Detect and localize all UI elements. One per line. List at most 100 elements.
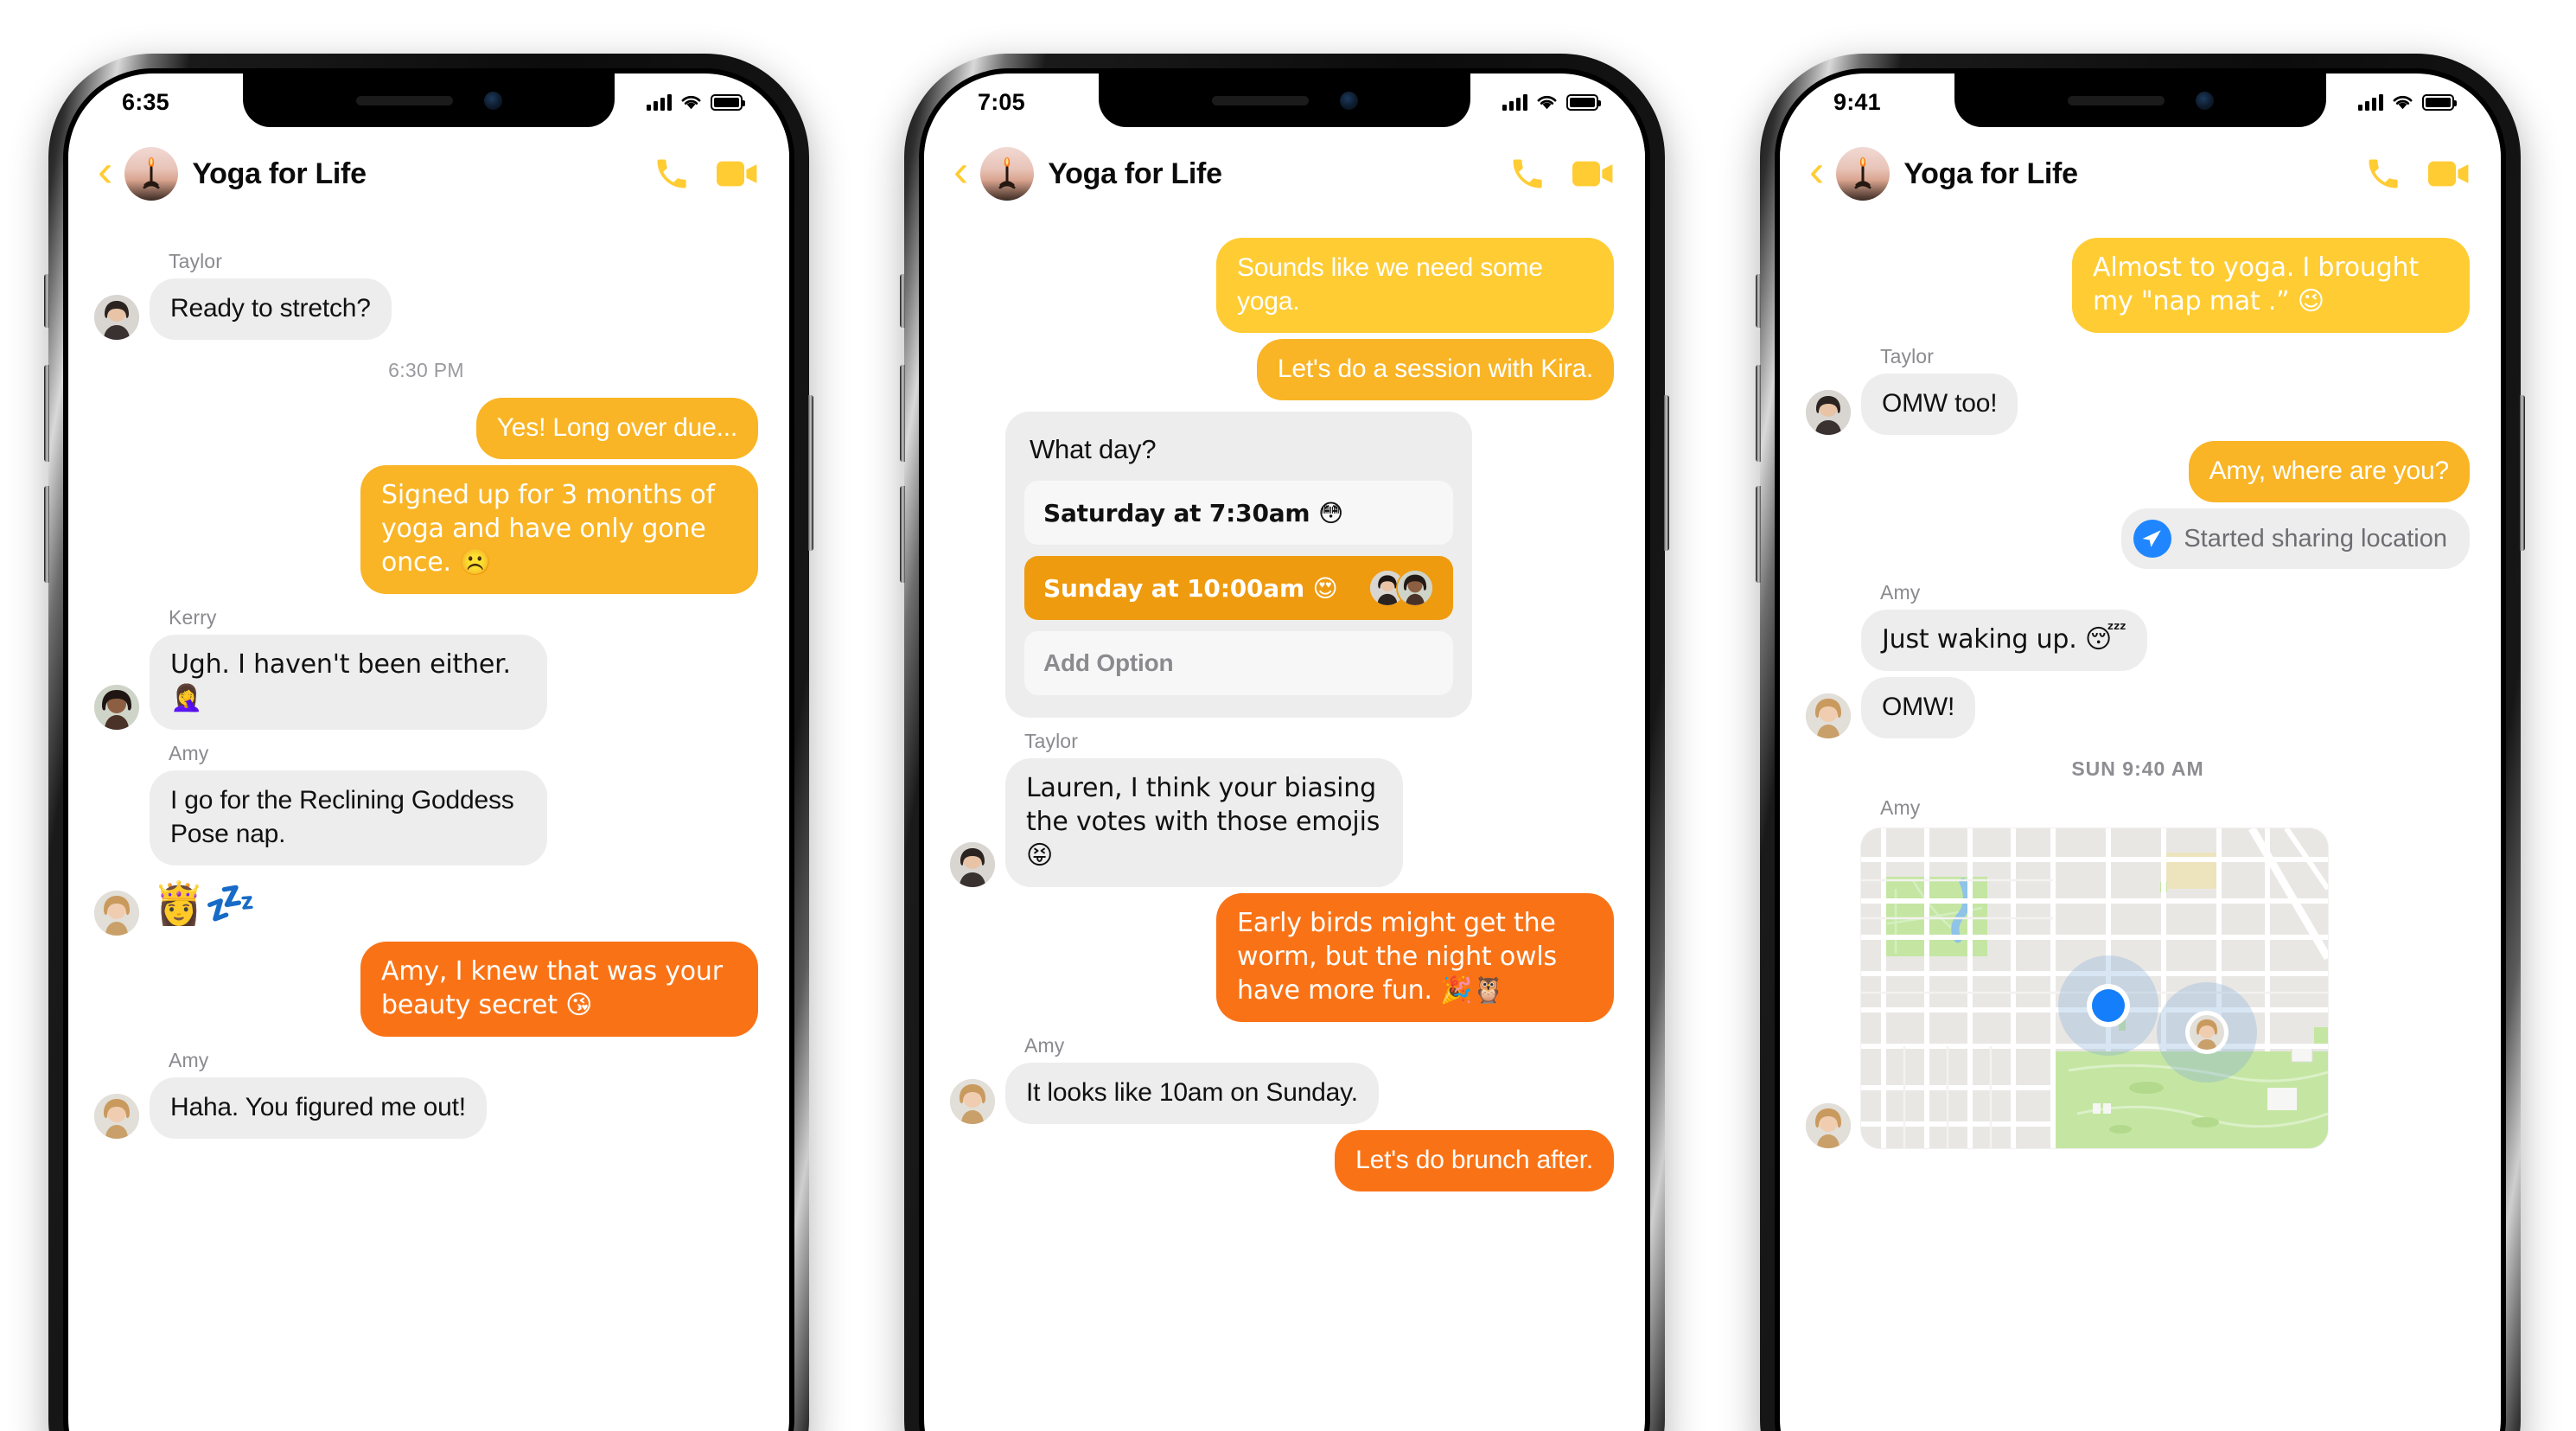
shared-location-map[interactable] bbox=[1861, 828, 2328, 1148]
message-row: Ugh. I haven't been either. 🤦‍♀️ bbox=[94, 635, 758, 730]
poll-option-saturday[interactable]: Saturday at 7:30am 😳 bbox=[1024, 481, 1453, 545]
message-sender-label: Taylor bbox=[169, 250, 222, 272]
status-bar-indicators bbox=[1502, 93, 1601, 111]
yoga-group-avatar[interactable] bbox=[980, 147, 1035, 201]
message-sender-label: Amy bbox=[169, 1049, 209, 1072]
message-bubble[interactable]: Yes! Long over due... bbox=[475, 398, 758, 459]
message-bubble[interactable]: OMW too! bbox=[1861, 374, 2018, 435]
signal-bars-icon bbox=[647, 93, 672, 111]
phone-3-screen: 9:41 ‹ Yoga for Life Almost to yoga. I b… bbox=[1780, 73, 2501, 1431]
mute-switch[interactable] bbox=[1756, 274, 1761, 328]
avatar bbox=[950, 1079, 995, 1124]
status-bar-indicators bbox=[2358, 93, 2457, 111]
phone-icon[interactable] bbox=[1508, 155, 1546, 193]
conversation-header: ‹ Yoga for Life bbox=[68, 127, 789, 220]
power-button[interactable] bbox=[2520, 395, 2525, 551]
yoga-group-avatar[interactable] bbox=[1836, 147, 1891, 201]
mute-switch[interactable] bbox=[44, 274, 49, 328]
header-actions bbox=[2364, 155, 2470, 193]
message-bubble[interactable]: Amy, I knew that was your beauty secret … bbox=[360, 942, 758, 1038]
location-share-label: Started sharing location bbox=[2184, 524, 2447, 553]
message-sender-label: Amy bbox=[1880, 796, 1921, 819]
message-sender-label: Amy bbox=[169, 742, 209, 764]
message-thread-2[interactable]: Sounds like we need some yoga. Let's do … bbox=[924, 220, 1645, 1431]
message-thread-3[interactable]: Almost to yoga. I brought my "nap mat .”… bbox=[1780, 220, 2501, 1431]
add-option-button[interactable]: Add Option bbox=[1024, 631, 1453, 695]
location-share-bubble[interactable]: Started sharing location bbox=[2121, 508, 2470, 569]
message-bubble[interactable]: Ugh. I haven't been either. 🤦‍♀️ bbox=[150, 635, 547, 730]
avatar bbox=[94, 295, 139, 340]
message-row: Let's do a session with Kira. bbox=[950, 339, 1614, 400]
volume-down-button[interactable] bbox=[1756, 486, 1761, 583]
phone-1-device: 6:35 ‹ Yoga for Life Taylor Ready to str… bbox=[44, 54, 813, 1431]
message-bubble[interactable]: Let's do brunch after. bbox=[1335, 1130, 1614, 1191]
avatar bbox=[1806, 390, 1851, 435]
yoga-group-avatar[interactable] bbox=[124, 147, 179, 201]
video-camera-icon[interactable] bbox=[2428, 159, 2470, 188]
status-bar-time: 6:35 bbox=[122, 88, 169, 115]
wifi-icon bbox=[681, 95, 701, 110]
volume-down-button[interactable] bbox=[44, 486, 49, 583]
volume-up-button[interactable] bbox=[1756, 365, 1761, 462]
timestamp: SUN 9:40 AM bbox=[2071, 757, 2204, 780]
map-canvas bbox=[1861, 828, 2328, 1148]
avatar bbox=[94, 1094, 139, 1140]
status-bar-indicators bbox=[647, 93, 745, 111]
message-bubble[interactable]: Just waking up. 😴 bbox=[1861, 610, 2147, 671]
message-bubble[interactable]: I go for the Reclining Goddess Pose nap. bbox=[150, 770, 547, 866]
poll-card[interactable]: What day? Saturday at 7:30am 😳 Sunday at… bbox=[1005, 412, 1472, 718]
yoga-figure-icon bbox=[998, 157, 1016, 189]
message-thread-1[interactable]: Taylor Ready to stretch? 6:30 PM Yes! Lo… bbox=[68, 220, 789, 1431]
add-option-label: Add Option bbox=[1043, 649, 1174, 676]
message-row: Yes! Long over due... bbox=[94, 398, 758, 459]
message-bubble[interactable]: Ready to stretch? bbox=[150, 278, 392, 340]
battery-full-icon bbox=[2422, 93, 2457, 111]
message-bubble[interactable]: Early birds might get the worm, but the … bbox=[1216, 893, 1614, 1022]
location-share-row: Started sharing location bbox=[1806, 508, 2470, 569]
chevron-left-icon[interactable]: ‹ bbox=[947, 149, 980, 199]
phone-icon[interactable] bbox=[653, 155, 691, 193]
chevron-left-icon[interactable]: ‹ bbox=[91, 149, 124, 199]
message-bubble[interactable]: It looks like 10am on Sunday. bbox=[1005, 1063, 1379, 1124]
chevron-left-icon[interactable]: ‹ bbox=[1802, 149, 1836, 199]
location-arrow-icon bbox=[2133, 520, 2172, 558]
page-title: Yoga for Life bbox=[1048, 157, 1222, 190]
avatar bbox=[950, 842, 995, 887]
power-button[interactable] bbox=[1664, 395, 1669, 551]
avatar-taylor bbox=[94, 295, 139, 340]
phone-icon[interactable] bbox=[2364, 155, 2402, 193]
volume-up-button[interactable] bbox=[44, 365, 49, 462]
message-bubble[interactable]: Amy, where are you? bbox=[2188, 441, 2470, 502]
front-camera-icon bbox=[1339, 91, 1358, 110]
power-button[interactable] bbox=[808, 395, 813, 551]
message-bubble[interactable]: Haha. You figured me out! bbox=[150, 1077, 487, 1140]
page-title: Yoga for Life bbox=[192, 157, 367, 190]
earpiece-speaker-icon bbox=[355, 95, 453, 105]
message-bubble[interactable]: Signed up for 3 months of yoga and have … bbox=[360, 465, 758, 594]
volume-down-button[interactable] bbox=[900, 486, 905, 583]
message-row: OMW! bbox=[1806, 677, 2470, 738]
message-row: Just waking up. 😴 bbox=[1806, 610, 2470, 671]
message-row: 👸💤 bbox=[94, 872, 758, 936]
message-bubble[interactable]: Let's do a session with Kira. bbox=[1256, 339, 1614, 400]
message-emoji[interactable]: 👸💤 bbox=[150, 872, 256, 936]
message-row: Haha. You figured me out! bbox=[94, 1077, 758, 1140]
message-bubble[interactable]: Almost to yoga. I brought my "nap mat .”… bbox=[2072, 238, 2470, 333]
message-bubble[interactable]: OMW! bbox=[1861, 677, 1976, 738]
battery-full-icon bbox=[711, 93, 745, 111]
video-camera-icon[interactable] bbox=[1572, 159, 1614, 188]
mute-switch[interactable] bbox=[900, 274, 905, 328]
message-bubble[interactable]: Lauren, I think your biasing the votes w… bbox=[1005, 758, 1403, 887]
phone-3-bezel: 9:41 ‹ Yoga for Life Almost to yoga. I b… bbox=[1775, 68, 2506, 1431]
volume-up-button[interactable] bbox=[900, 365, 905, 462]
notch bbox=[1099, 73, 1470, 127]
front-camera-icon bbox=[2195, 91, 2214, 110]
message-row: Signed up for 3 months of yoga and have … bbox=[94, 465, 758, 594]
video-camera-icon[interactable] bbox=[717, 159, 758, 188]
avatar bbox=[94, 891, 139, 936]
message-bubble[interactable]: Sounds like we need some yoga. bbox=[1216, 238, 1614, 333]
message-row: Amy, I knew that was your beauty secret … bbox=[94, 942, 758, 1038]
phone-1-screen: 6:35 ‹ Yoga for Life Taylor Ready to str… bbox=[68, 73, 789, 1431]
poll-option-sunday[interactable]: Sunday at 10:00am 😍 bbox=[1024, 556, 1453, 620]
phone-1-bezel: 6:35 ‹ Yoga for Life Taylor Ready to str… bbox=[63, 68, 794, 1431]
